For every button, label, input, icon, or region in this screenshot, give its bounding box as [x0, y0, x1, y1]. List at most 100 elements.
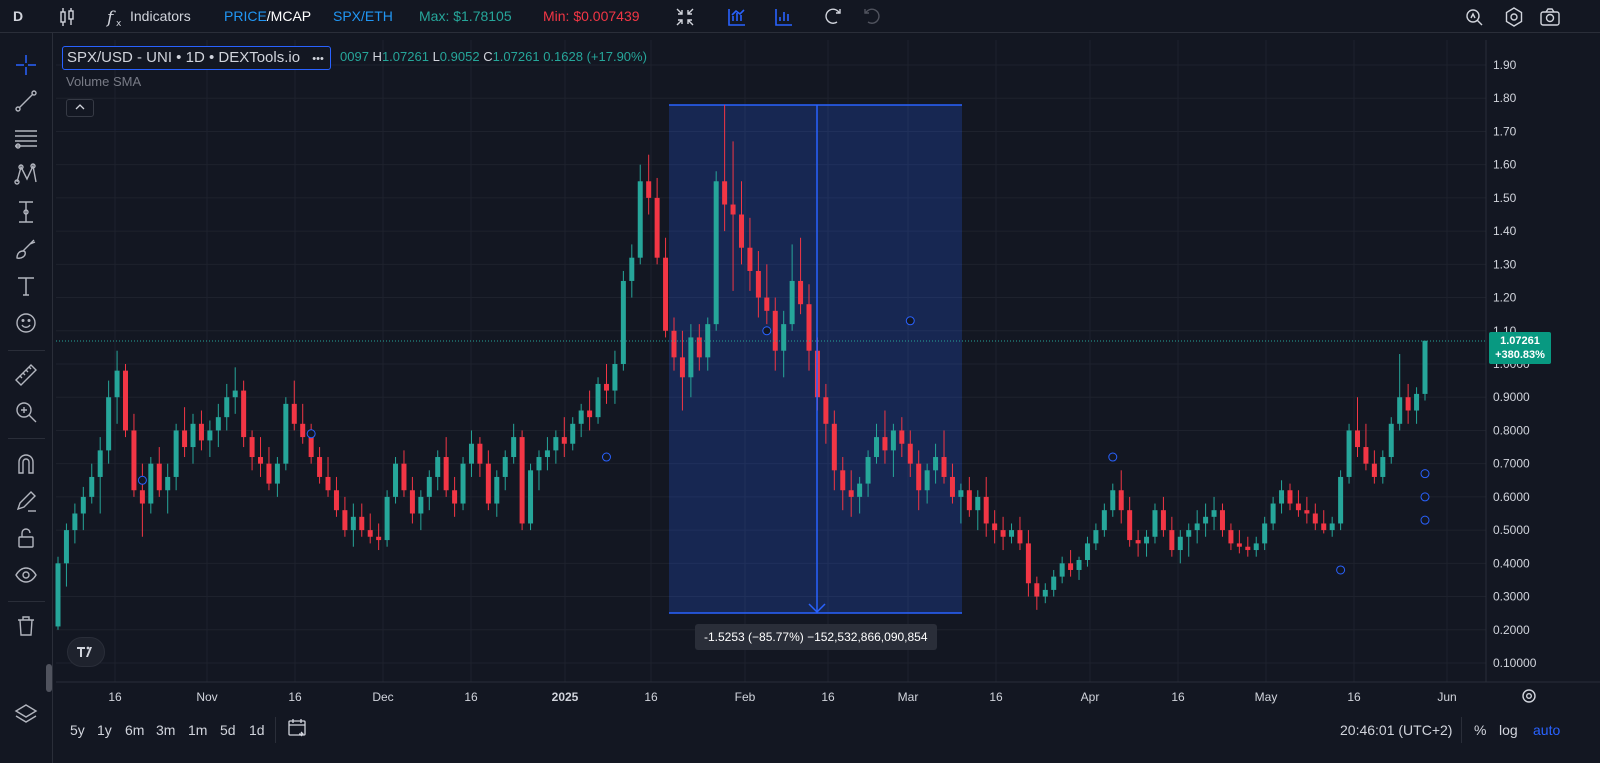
price-tick-label: 1.70 [1493, 124, 1517, 138]
bottom-separator [275, 717, 276, 743]
price-toggle-label: PRICE [224, 8, 267, 24]
close-value: 1.07261 [492, 49, 540, 64]
fib-retracement-icon[interactable] [13, 125, 39, 151]
price-mcap-toggle[interactable]: PRICE/MCAP [224, 0, 311, 33]
candle-body [933, 457, 939, 471]
range-5y-button[interactable]: 5y [70, 722, 85, 738]
range-5d-button[interactable]: 5d [220, 722, 236, 738]
candle-body [123, 370, 129, 431]
trades-chart-icon[interactable] [725, 5, 749, 29]
price-axis[interactable]: 1.901.801.701.601.501.401.301.201.101.00… [1493, 58, 1537, 670]
trash-icon[interactable] [13, 613, 39, 639]
candle-body [722, 181, 728, 205]
time-axis[interactable]: 16 Nov 16 Dec 16 2025 16 Feb 16 Mar 16 Apr 16 May 16 Ju… [108, 690, 1456, 704]
clock-timezone[interactable]: 20:46:01 (UTC+2) [1340, 722, 1452, 738]
range-1d-button[interactable]: 1d [249, 722, 265, 738]
pair-switch-button[interactable]: SPX/ETH [333, 0, 393, 33]
visibility-eye-icon[interactable] [13, 562, 39, 588]
redo-icon[interactable] [860, 5, 884, 29]
candle-body [646, 181, 652, 198]
event-marker[interactable] [137, 475, 147, 485]
candle-body [435, 457, 441, 477]
trend-line-icon[interactable] [13, 88, 39, 114]
collapse-legend-button[interactable] [66, 99, 94, 117]
time-tick-label: Jun [1437, 690, 1456, 704]
undo-icon[interactable] [821, 5, 845, 29]
toolbar-separator [8, 438, 45, 439]
candle-body [1228, 530, 1234, 544]
candle-body [1329, 523, 1335, 531]
candle-body [1186, 530, 1192, 537]
goto-date-calendar-icon[interactable] [287, 717, 309, 739]
candle-body [528, 470, 534, 524]
symbol-legend[interactable]: SPX/USD - UNI • 1D • DEXTools.io ••• [62, 46, 331, 70]
candle-body [460, 463, 466, 504]
event-marker[interactable] [1420, 515, 1430, 525]
toolbar-scrollbar[interactable] [46, 664, 52, 692]
range-6m-button[interactable]: 6m [125, 722, 144, 738]
event-marker[interactable] [1420, 492, 1430, 502]
price-tick-label: 1.80 [1493, 91, 1517, 105]
ruler-icon[interactable] [13, 362, 39, 388]
lock-icon[interactable] [13, 525, 39, 551]
event-marker[interactable] [306, 429, 316, 439]
candle-body [1068, 563, 1074, 570]
candles-chart-type-icon[interactable] [55, 5, 79, 29]
range-1y-button[interactable]: 1y [97, 722, 112, 738]
event-marker[interactable] [601, 452, 611, 462]
text-tool-icon[interactable] [13, 273, 39, 299]
symbol-search-button[interactable]: D [13, 0, 23, 33]
candle-body [266, 463, 272, 484]
crosshair-icon[interactable] [13, 52, 39, 78]
collapse-arrows-icon[interactable] [673, 5, 697, 29]
settings-gear-icon[interactable] [1502, 5, 1526, 29]
zoom-in-icon[interactable] [13, 399, 39, 425]
stay-drawing-icon[interactable] [13, 488, 39, 514]
candle-body [848, 490, 854, 497]
pattern-tool-icon[interactable] [13, 162, 39, 188]
min-price-label: Min: $0.007439 [543, 8, 640, 24]
bar-stats-icon[interactable] [772, 5, 796, 29]
candle-body [485, 463, 491, 504]
auto-scale-toggle[interactable]: auto [1533, 722, 1560, 738]
time-tick-label: 16 [108, 690, 122, 704]
candle-body [916, 463, 922, 491]
last-price-change: +380.83% [1495, 349, 1545, 361]
event-marker[interactable] [1108, 452, 1118, 462]
price-tick-label: 1.20 [1493, 291, 1517, 305]
event-marker[interactable] [1336, 565, 1346, 575]
quick-search-icon[interactable] [1462, 5, 1486, 29]
object-tree-icon[interactable] [13, 702, 39, 728]
event-marker[interactable] [905, 316, 915, 326]
price-tick-label: 0.7000 [1493, 457, 1530, 471]
candle-body [1321, 523, 1327, 531]
magnet-icon[interactable] [13, 451, 39, 477]
price-tick-label: 1.60 [1493, 158, 1517, 172]
emoji-icon[interactable] [13, 310, 39, 336]
axis-settings-icon[interactable] [1522, 689, 1536, 703]
candle-body [798, 280, 804, 305]
percent-scale-toggle[interactable]: % [1474, 722, 1486, 738]
bottom-separator [1461, 717, 1462, 743]
candle-body [823, 397, 829, 424]
fx-icon[interactable]: fx [104, 5, 128, 29]
event-marker[interactable] [762, 326, 772, 336]
range-3m-button[interactable]: 3m [156, 722, 175, 738]
time-tick-label: 2025 [552, 690, 579, 704]
tradingview-logo[interactable] [67, 637, 105, 667]
volume-sma-label[interactable]: Volume SMA [66, 74, 141, 89]
snapshot-camera-icon[interactable] [1538, 5, 1562, 29]
brush-icon[interactable] [13, 236, 39, 262]
bottom-toolbar: 5y 1y 6m 3m 1m 5d 1d 20:46:01 (UTC+2) % … [53, 705, 1600, 763]
price-tick-label: 1.40 [1493, 224, 1517, 238]
range-1m-button[interactable]: 1m [188, 722, 207, 738]
indicators-button[interactable]: Indicators [130, 0, 191, 33]
legend-more-icon[interactable]: ••• [312, 53, 324, 65]
projection-tool-icon[interactable] [13, 199, 39, 225]
svg-text:x: x [116, 19, 122, 29]
event-marker[interactable] [1420, 469, 1430, 479]
candle-body [688, 337, 694, 378]
price-tick-label: 0.9000 [1493, 390, 1530, 404]
log-scale-toggle[interactable]: log [1499, 722, 1518, 738]
candle-body [1304, 510, 1310, 514]
